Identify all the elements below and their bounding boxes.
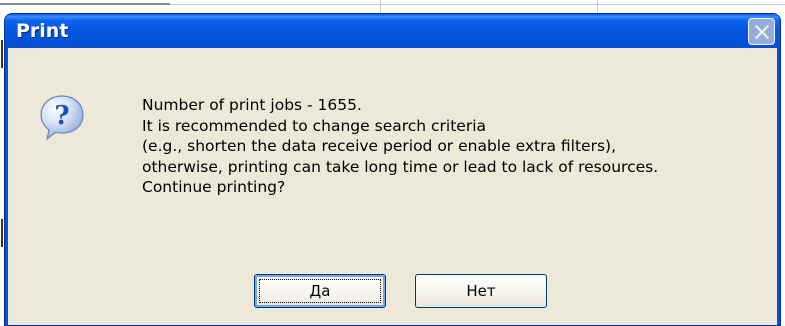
- focus-rectangle: [259, 279, 381, 303]
- yes-button[interactable]: Да: [254, 274, 386, 308]
- screen: Print ? Number of print jobs - 1655. It …: [0, 0, 785, 326]
- dialog-title: Print: [16, 20, 69, 42]
- message-line: (e.g., shorten the data receive period o…: [142, 137, 616, 155]
- no-button-label: Нет: [466, 282, 496, 300]
- background-divider: [1, 219, 3, 247]
- background-divider: [170, 4, 785, 5]
- background-divider: [0, 3, 170, 5]
- dialog-body: ? Number of print jobs - 1655. It is rec…: [8, 48, 777, 325]
- title-bar[interactable]: Print: [5, 14, 780, 48]
- background-window-strip: [0, 0, 785, 14]
- no-button[interactable]: Нет: [415, 274, 547, 308]
- svg-text:?: ?: [54, 101, 69, 131]
- background-divider: [597, 0, 598, 14]
- message-line: otherwise, printing can take long time o…: [142, 157, 659, 176]
- print-dialog: Print ? Number of print jobs - 1655. It …: [4, 13, 781, 326]
- background-divider: [380, 0, 381, 14]
- dialog-message: Number of print jobs - 1655. It is recom…: [142, 95, 658, 198]
- message-line: Number of print jobs - 1655.: [142, 96, 362, 114]
- message-line: Continue printing?: [142, 178, 286, 196]
- question-icon: ?: [40, 95, 84, 141]
- close-button[interactable]: [748, 18, 775, 45]
- message-line: It is recommended to change search crite…: [142, 116, 487, 135]
- background-divider: [1, 40, 3, 68]
